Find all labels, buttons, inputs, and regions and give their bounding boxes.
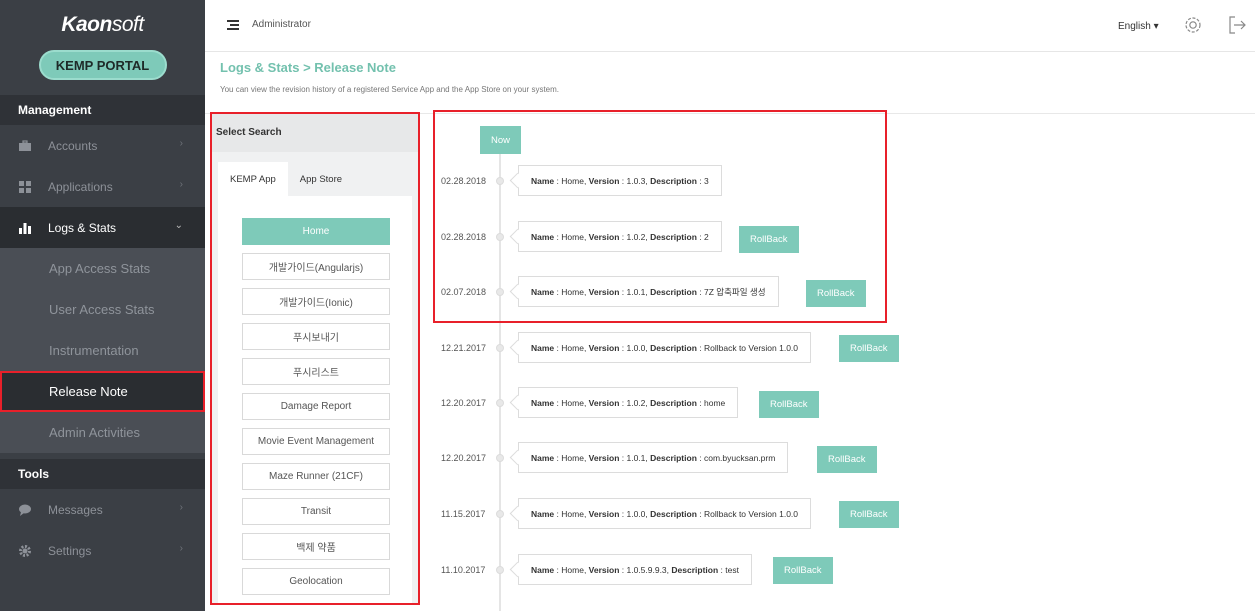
sidebar-item-settings[interactable]: Settings › [0, 530, 205, 571]
sidebar-sub-release-note[interactable]: Release Note [0, 371, 205, 412]
app-button[interactable]: Maze Runner (21CF) [242, 463, 390, 490]
rollback-button[interactable]: RollBack [759, 391, 819, 418]
app-button[interactable]: 백제 약품 [242, 533, 390, 560]
app-button[interactable]: 개발가이드(Ionic) [242, 288, 390, 315]
sidebar-item-label: Applications [48, 179, 113, 194]
sidebar-item-applications[interactable]: Applications › [0, 166, 205, 207]
entry-date: 11.15.2017 [441, 509, 486, 519]
entry-date: 12.21.2017 [441, 343, 487, 353]
release-entry: Name : Home, Version : 1.0.3, Descriptio… [518, 165, 722, 196]
sidebar-sub-user-access-stats[interactable]: User Access Stats [0, 289, 205, 330]
rollback-button[interactable]: RollBack [839, 501, 899, 528]
release-entry: Name : Home, Version : 1.0.2, Descriptio… [518, 221, 722, 252]
timeline-line [499, 150, 501, 611]
language-select[interactable]: English ▾ [1118, 21, 1159, 32]
app-button[interactable]: Geolocation [242, 568, 390, 595]
briefcase-icon [19, 139, 31, 151]
timeline-dot [496, 177, 504, 185]
sidebar-sub-instrumentation[interactable]: Instrumentation [0, 330, 205, 371]
sidebar-item-label: Logs & Stats [48, 220, 117, 235]
gear-icon[interactable] [1182, 14, 1204, 36]
app-button[interactable]: Transit [242, 498, 390, 525]
topbar: Administrator English ▾ [205, 0, 1255, 52]
chevron-right-icon: › [179, 138, 183, 149]
page-title: Logs & Stats > Release Note [220, 60, 396, 75]
app-button-home[interactable]: Home [242, 218, 390, 245]
release-entry: Name : Home, Version : 1.0.0, Descriptio… [518, 498, 812, 529]
timeline-dot [496, 288, 504, 296]
release-entry: Name : Home, Version : 1.0.1, Descriptio… [518, 442, 789, 473]
now-marker: Now [480, 126, 521, 154]
chevron-right-icon: › [179, 543, 183, 554]
entry-date: 02.07.2018 [441, 287, 487, 297]
app-root: Kaon soft KEMP PORTAL Management Accounts… [0, 0, 1255, 611]
entry-date: 11.10.2017 [441, 565, 486, 575]
timeline-dot [496, 233, 504, 241]
app-button[interactable]: Movie Event Management [242, 428, 390, 455]
select-search-panel: Select Search KEMP App App Store Home 개발… [210, 112, 420, 605]
sidebar-item-accounts[interactable]: Accounts › [0, 125, 205, 166]
app-button[interactable]: 개발가이드(Angularjs) [242, 253, 390, 280]
tab-app-store[interactable]: App Store [288, 162, 354, 196]
release-entry: Name : Home, Version : 1.0.5.9.9.3, Desc… [518, 554, 752, 585]
chevron-right-icon: › [179, 179, 183, 190]
page-description: You can view the revision history of a r… [220, 85, 560, 94]
release-entry: Name : Home, Version : 1.0.2, Descriptio… [518, 387, 739, 418]
app-button[interactable]: 푸시리스트 [242, 358, 390, 385]
rollback-button[interactable]: RollBack [817, 446, 877, 473]
app-button[interactable]: 푸시보내기 [242, 323, 390, 350]
logout-icon[interactable] [1227, 15, 1247, 35]
timeline-dot [496, 399, 504, 407]
rollback-button[interactable]: RollBack [773, 557, 833, 584]
timeline-dot [496, 510, 504, 518]
chat-bubble-icon [19, 504, 31, 516]
user-name: Administrator [252, 19, 311, 30]
panel-title: Select Search [212, 114, 418, 152]
release-entry: Name : Home, Version : 1.0.0, Descriptio… [518, 332, 812, 363]
sidebar-sub-app-access-stats[interactable]: App Access Stats [0, 248, 205, 289]
menu-toggle-icon[interactable] [227, 20, 239, 30]
bar-chart-icon [19, 222, 31, 234]
sidebar-item-label: Messages [48, 502, 103, 517]
grid-icon [19, 180, 31, 193]
entry-date: 12.20.2017 [441, 398, 487, 408]
timeline-dot [496, 344, 504, 352]
chevron-right-icon: › [179, 502, 183, 513]
entry-date: 02.28.2018 [441, 232, 487, 242]
kemp-portal-button[interactable]: KEMP PORTAL [38, 50, 167, 80]
rollback-button[interactable]: RollBack [839, 335, 899, 362]
rollback-button[interactable]: RollBack [739, 226, 799, 253]
chevron-down-icon: ⌄ [174, 220, 183, 231]
entry-date: 02.28.2018 [441, 176, 487, 186]
sidebar-item-label: Settings [48, 543, 92, 558]
gear-icon [19, 544, 31, 557]
brand-logo[interactable]: Kaon soft [0, 0, 205, 50]
sidebar-item-logs-stats[interactable]: Logs & Stats ⌄ [0, 207, 205, 248]
sidebar: Kaon soft KEMP PORTAL Management Accounts… [0, 0, 205, 611]
sidebar-sub-admin-activities[interactable]: Admin Activities [0, 412, 205, 453]
app-button[interactable]: Damage Report [242, 393, 390, 420]
sidebar-item-messages[interactable]: Messages › [0, 489, 205, 530]
section-tools: Tools [0, 459, 205, 489]
sidebar-item-label: Accounts [48, 138, 98, 153]
entry-date: 12.20.2017 [441, 453, 487, 463]
timeline-dot [496, 566, 504, 574]
app-tabs: KEMP App App Store [218, 162, 354, 196]
app-list: Home 개발가이드(Angularjs) 개발가이드(Ionic) 푸시보내기… [218, 196, 412, 603]
section-management: Management [0, 95, 205, 125]
release-entry: Name : Home, Version : 1.0.1, Descriptio… [518, 276, 779, 307]
tab-kemp-app[interactable]: KEMP App [218, 162, 288, 196]
timeline-dot [496, 454, 504, 462]
rollback-button[interactable]: RollBack [806, 280, 866, 307]
